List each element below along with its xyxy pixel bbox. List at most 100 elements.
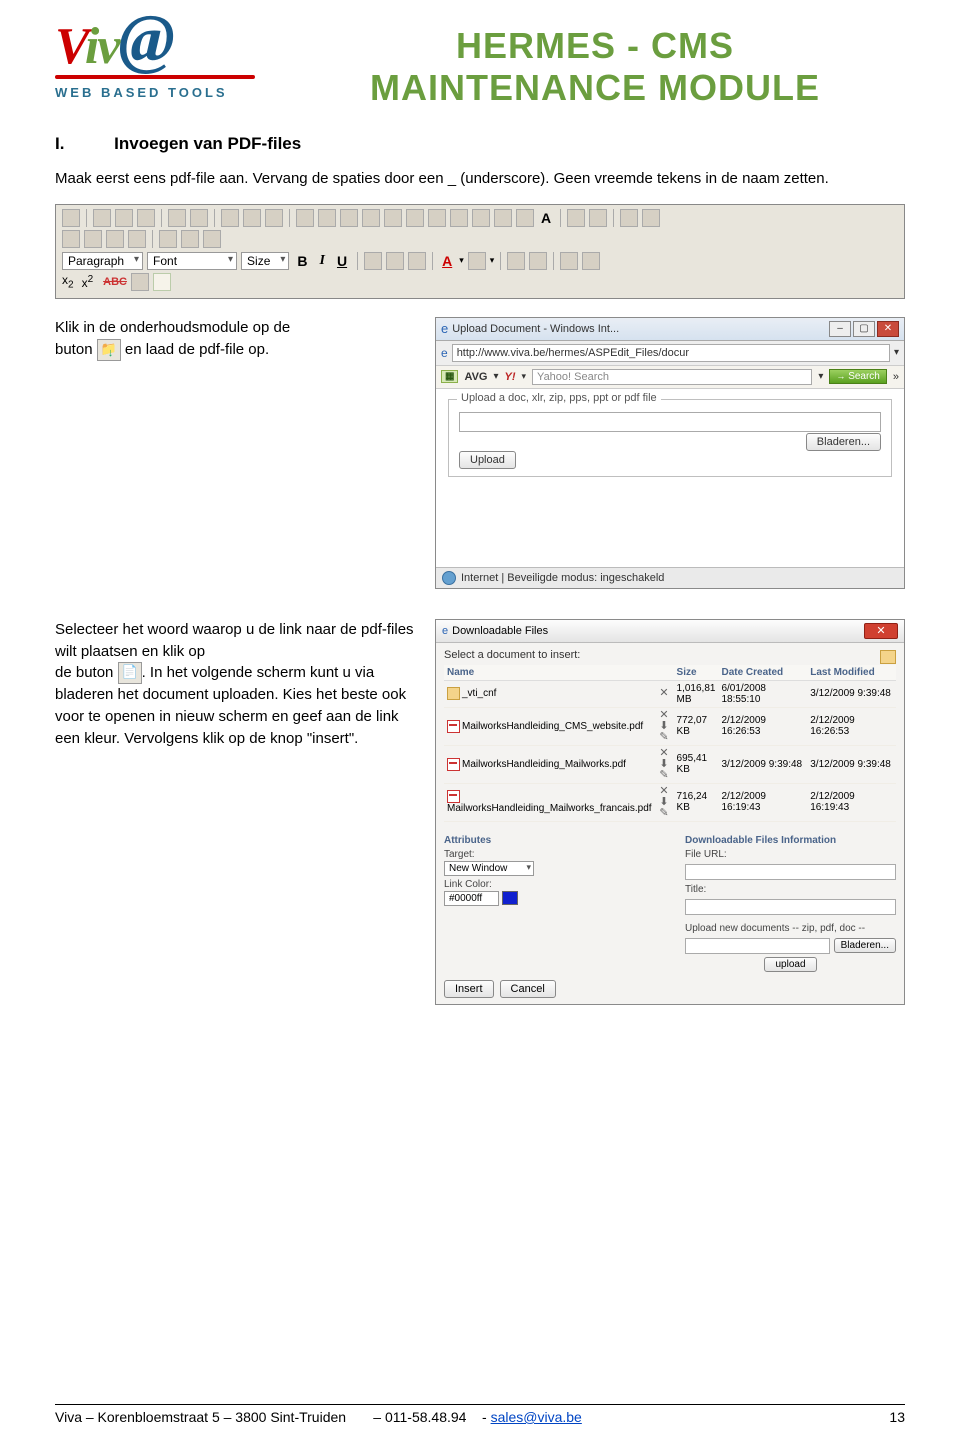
col-modified[interactable]: Last Modified [807, 665, 896, 681]
browse-button[interactable]: Bladeren... [806, 433, 881, 451]
font-label: A [538, 210, 554, 226]
delete-icon[interactable]: ✕ [659, 688, 670, 699]
title-input[interactable] [685, 899, 896, 915]
align-right-icon[interactable] [408, 252, 426, 270]
edit-icon[interactable]: ✎ [659, 770, 670, 781]
file-path-input[interactable] [459, 412, 881, 432]
col-size[interactable]: Size [674, 665, 719, 681]
dropdown-icon[interactable]: ▾ [522, 371, 527, 382]
tb-icon[interactable] [159, 230, 177, 248]
col-name[interactable]: Name [444, 665, 655, 681]
color-swatch[interactable] [502, 891, 518, 905]
tb-icon[interactable] [62, 230, 80, 248]
outdent-icon[interactable] [560, 252, 578, 270]
italic-icon[interactable]: I [316, 253, 329, 269]
window-body: Select a document to insert: Name Size D… [436, 643, 904, 1004]
tb-icon[interactable] [181, 230, 199, 248]
linkcolor-input[interactable]: #0000ff [444, 891, 499, 906]
cut-icon[interactable] [93, 209, 111, 227]
maximize-button[interactable]: ▢ [853, 321, 875, 337]
tb-icon[interactable] [567, 209, 585, 227]
subscript-icon[interactable]: x2 [62, 273, 74, 290]
paragraph-3: Selecteer het woord waarop u de link naa… [55, 619, 415, 1005]
paste-icon[interactable] [137, 209, 155, 227]
table-row[interactable]: MailworksHandleiding_CMS_website.pdf ✕⬇✎… [444, 707, 896, 745]
image-icon[interactable] [318, 209, 336, 227]
tb-icon[interactable] [642, 209, 660, 227]
cancel-button[interactable]: Cancel [500, 980, 556, 998]
tb-icon[interactable] [203, 230, 221, 248]
hr-icon[interactable] [296, 209, 314, 227]
link-icon[interactable] [340, 209, 358, 227]
underline-icon[interactable]: U [333, 253, 351, 269]
tb-icon[interactable] [221, 209, 239, 227]
table-row[interactable]: MailworksHandleiding_Mailworks.pdf ✕⬇✎ 6… [444, 745, 896, 783]
ordered-list-icon[interactable] [507, 252, 525, 270]
pdf-link-button-icon[interactable] [118, 662, 142, 684]
tb-icon[interactable] [62, 209, 80, 227]
dropdown-icon[interactable]: ▾ [493, 371, 498, 382]
table-icon[interactable] [168, 209, 186, 227]
search-button[interactable]: → Search [829, 369, 886, 384]
info-heading: Downloadable Files Information [685, 835, 896, 846]
upload-icon[interactable] [450, 209, 468, 227]
upload-file-input[interactable] [685, 938, 830, 954]
dropdown-icon[interactable]: ▾ [490, 255, 495, 266]
tb-icon[interactable] [384, 209, 402, 227]
align-left-icon[interactable] [364, 252, 382, 270]
logo-at: @ [118, 18, 173, 59]
tb-icon[interactable] [128, 230, 146, 248]
unordered-list-icon[interactable] [529, 252, 547, 270]
tb-icon[interactable] [494, 209, 512, 227]
tb-icon[interactable] [265, 209, 283, 227]
window-titlebar: e Downloadable Files ✕ [436, 620, 904, 643]
indent-icon[interactable] [582, 252, 600, 270]
smiley-icon[interactable] [516, 209, 534, 227]
tb-icon[interactable] [406, 209, 424, 227]
footer-email-link[interactable]: sales@viva.be [491, 1409, 582, 1425]
spellcheck-icon[interactable]: ABC [103, 276, 127, 288]
paragraph-select[interactable]: Paragraph [62, 252, 143, 270]
close-button[interactable]: ✕ [877, 321, 899, 337]
help-icon[interactable] [153, 273, 171, 291]
text-color-icon[interactable]: A [439, 253, 455, 269]
copy-icon[interactable] [115, 209, 133, 227]
zoom-icon[interactable] [589, 209, 607, 227]
col-created[interactable]: Date Created [718, 665, 807, 681]
upload-button-icon[interactable] [97, 339, 121, 361]
tb-icon[interactable] [131, 273, 149, 291]
edit-icon[interactable]: ✎ [659, 732, 670, 743]
font-select[interactable]: Font [147, 252, 237, 270]
tb-icon[interactable] [620, 209, 638, 227]
pdf-icon[interactable] [428, 209, 446, 227]
url-input[interactable]: http://www.viva.be/hermes/ASPEdit_Files/… [452, 344, 890, 362]
tb-icon[interactable] [362, 209, 380, 227]
bold-icon[interactable]: B [293, 253, 311, 269]
tb-icon[interactable] [243, 209, 261, 227]
flash-icon[interactable] [472, 209, 490, 227]
highlight-icon[interactable] [468, 252, 486, 270]
browse-button[interactable]: Bladeren... [834, 938, 896, 953]
more-label[interactable]: » [893, 371, 899, 383]
target-select[interactable]: New Window [444, 861, 534, 876]
search-input[interactable]: Yahoo! Search [532, 369, 812, 385]
superscript-icon[interactable]: x2 [82, 274, 94, 290]
upload-button[interactable]: Upload [459, 451, 516, 469]
align-center-icon[interactable] [386, 252, 404, 270]
size-select[interactable]: Size [241, 252, 289, 270]
dropdown-icon[interactable]: ▾ [894, 347, 899, 358]
folder-up-icon[interactable] [880, 650, 896, 664]
insert-button[interactable]: Insert [444, 980, 494, 998]
edit-icon[interactable]: ✎ [659, 808, 670, 819]
dropdown-icon[interactable]: ▾ [459, 255, 464, 266]
table-row[interactable]: MailworksHandleiding_Mailworks_francais.… [444, 783, 896, 821]
fileurl-input[interactable] [685, 864, 896, 880]
close-button[interactable]: ✕ [864, 623, 898, 639]
tb-icon[interactable] [84, 230, 102, 248]
minimize-button[interactable]: – [829, 321, 851, 337]
table-row[interactable]: _vti_cnf ✕ 1,016,81MB 6/01/2008 18:55:10… [444, 680, 896, 707]
upload-button[interactable]: upload [764, 957, 816, 972]
dropdown-icon[interactable]: ▾ [818, 371, 823, 382]
tb-icon[interactable] [190, 209, 208, 227]
tb-icon[interactable] [106, 230, 124, 248]
